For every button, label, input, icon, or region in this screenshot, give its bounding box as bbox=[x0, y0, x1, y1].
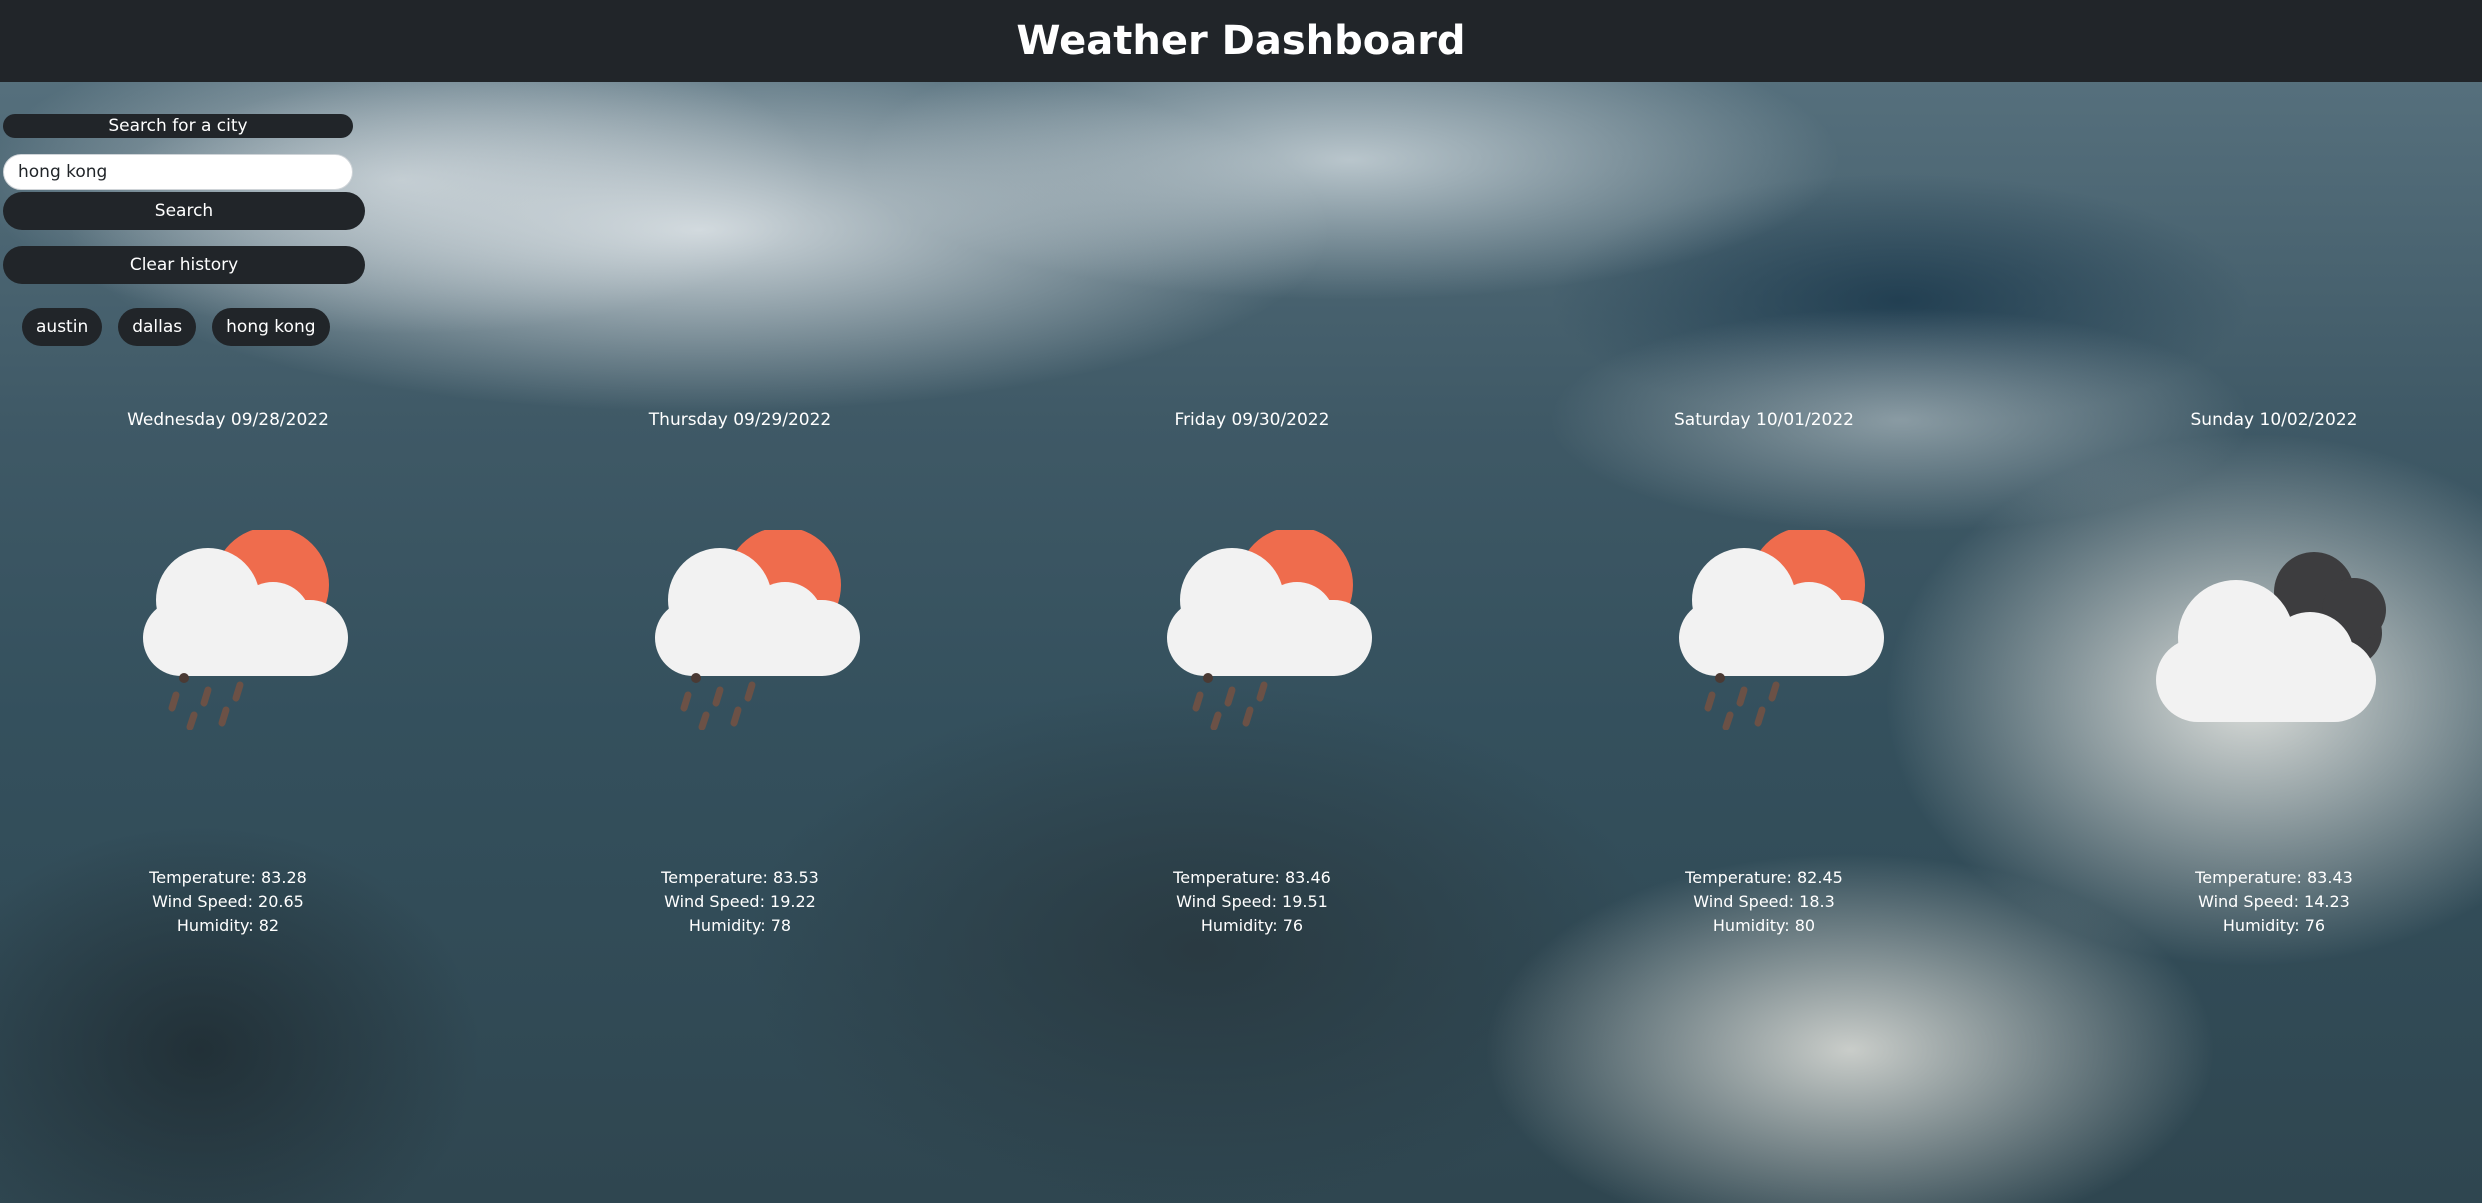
forecast-date: Saturday 10/01/2022 bbox=[1674, 410, 1854, 430]
forecast-temperature: Temperature: 82.45 bbox=[1685, 868, 1843, 887]
forecast-date: Thursday 09/29/2022 bbox=[648, 410, 832, 430]
search-history: austin dallas hong kong bbox=[22, 308, 330, 346]
forecast-wind-speed: Wind Speed: 18.3 bbox=[1693, 892, 1835, 911]
history-item-hong-kong[interactable]: hong kong bbox=[212, 308, 330, 346]
forecast-wind-speed: Wind Speed: 20.65 bbox=[152, 892, 304, 911]
forecast-date: Friday 09/30/2022 bbox=[1174, 410, 1330, 430]
forecast-humidity: Humidity: 80 bbox=[1712, 916, 1816, 935]
rain-sun-icon bbox=[655, 530, 860, 730]
forecast-humidity: Humidity: 76 bbox=[2222, 916, 2326, 935]
forecast-wind-speed: Wind Speed: 14.23 bbox=[2198, 892, 2350, 911]
search-button[interactable]: Search bbox=[3, 192, 365, 230]
forecast-day-card: Saturday 10/01/2022 Temperature: 82.45 W… bbox=[1614, 410, 1914, 950]
five-day-forecast: Wednesday 09/28/2022 Temperature: 83.28 … bbox=[0, 410, 2482, 950]
city-search-input[interactable] bbox=[3, 154, 353, 190]
forecast-stats: Temperature: 83.46 Wind Speed: 19.51 Hum… bbox=[1102, 866, 1402, 938]
search-label: Search for a city bbox=[3, 114, 353, 138]
forecast-humidity: Humidity: 82 bbox=[176, 916, 280, 935]
forecast-day-card: Wednesday 09/28/2022 Temperature: 83.28 … bbox=[78, 410, 378, 950]
rain-sun-icon bbox=[1679, 530, 1884, 730]
forecast-temperature: Temperature: 83.46 bbox=[1173, 868, 1331, 887]
page-title: Weather Dashboard bbox=[1016, 18, 1466, 64]
app-header: Weather Dashboard bbox=[0, 0, 2482, 82]
forecast-temperature: Temperature: 83.53 bbox=[661, 868, 819, 887]
forecast-temperature: Temperature: 83.43 bbox=[2195, 868, 2353, 887]
forecast-wind-speed: Wind Speed: 19.51 bbox=[1176, 892, 1328, 911]
rain-sun-icon bbox=[143, 530, 348, 730]
forecast-stats: Temperature: 83.53 Wind Speed: 19.22 Hum… bbox=[590, 866, 890, 938]
forecast-humidity: Humidity: 78 bbox=[688, 916, 792, 935]
history-item-austin[interactable]: austin bbox=[22, 308, 103, 346]
forecast-day-card: Sunday 10/02/2022 Temperature: 83.43 Win… bbox=[2124, 410, 2424, 950]
cloudy-icon bbox=[2156, 552, 2386, 722]
forecast-day-card: Friday 09/30/2022 Temperature: 83.46 Win… bbox=[1102, 410, 1402, 950]
forecast-humidity: Humidity: 76 bbox=[1200, 916, 1304, 935]
forecast-day-card: Thursday 09/29/2022 Temperature: 83.53 W… bbox=[590, 410, 890, 950]
forecast-date: Sunday 10/02/2022 bbox=[2190, 410, 2358, 430]
clear-history-button[interactable]: Clear history bbox=[3, 246, 365, 284]
forecast-stats: Temperature: 83.43 Wind Speed: 14.23 Hum… bbox=[2124, 866, 2424, 938]
forecast-temperature: Temperature: 83.28 bbox=[149, 868, 307, 887]
rain-sun-icon bbox=[1167, 530, 1372, 730]
forecast-stats: Temperature: 82.45 Wind Speed: 18.3 Humi… bbox=[1614, 866, 1914, 938]
forecast-date: Wednesday 09/28/2022 bbox=[127, 410, 329, 430]
forecast-wind-speed: Wind Speed: 19.22 bbox=[664, 892, 816, 911]
forecast-stats: Temperature: 83.28 Wind Speed: 20.65 Hum… bbox=[78, 866, 378, 938]
history-item-dallas[interactable]: dallas bbox=[118, 308, 197, 346]
